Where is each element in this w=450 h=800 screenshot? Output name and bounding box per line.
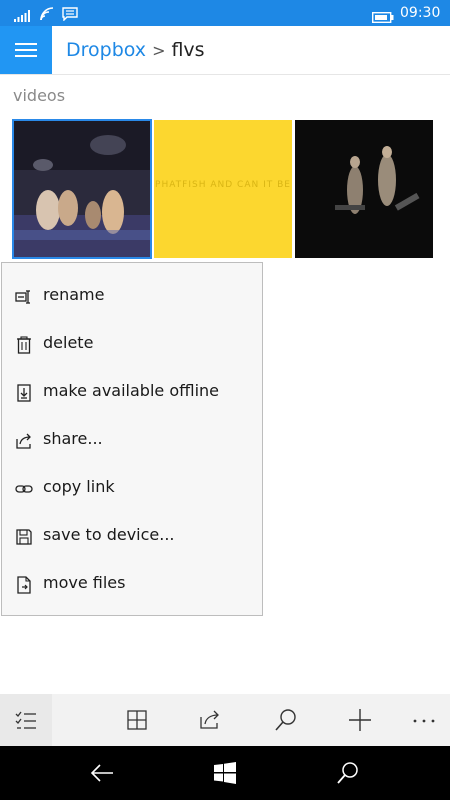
menu-item-label: move files: [43, 573, 126, 592]
video-frame-image: [295, 120, 433, 258]
video-thumbnail[interactable]: [12, 119, 152, 259]
battery-icon: [371, 8, 394, 27]
header: Dropbox > flvs: [0, 26, 450, 75]
breadcrumb-current: flvs: [171, 39, 205, 61]
menu-item-label: delete: [43, 333, 94, 352]
system-nav-bar: [0, 746, 450, 800]
signal-strength-icon: [14, 7, 30, 26]
link-icon: [15, 480, 33, 498]
menu-item-move-files[interactable]: move files: [2, 561, 262, 609]
clock-time: 09:30: [400, 5, 441, 21]
menu-item-rename[interactable]: rename: [2, 273, 262, 321]
app-bar: [0, 694, 450, 746]
chevron-right-icon: >: [152, 41, 166, 60]
rename-icon: [15, 288, 33, 306]
breadcrumb: Dropbox > flvs: [66, 38, 205, 63]
message-icon: [62, 6, 78, 25]
video-frame-image: [13, 120, 151, 258]
video-thumbnail[interactable]: [295, 120, 433, 258]
menu-item-offline[interactable]: make available offline: [2, 369, 262, 417]
menu-item-label: make available offline: [43, 381, 220, 400]
wifi-icon: [40, 6, 56, 25]
more-icon[interactable]: [412, 708, 436, 732]
hamburger-icon: [15, 43, 37, 57]
context-menu: rename delete make available offline sha…: [1, 262, 263, 616]
search-icon[interactable]: [274, 708, 298, 732]
back-arrow-icon[interactable]: [90, 761, 114, 785]
share-icon[interactable]: [198, 708, 222, 732]
menu-item-copy-link[interactable]: copy link: [2, 465, 262, 513]
menu-item-save-to-device[interactable]: save to device...: [2, 513, 262, 561]
menu-item-label: share...: [43, 429, 103, 448]
select-list-icon: [15, 711, 36, 729]
thumbnail-caption: PHATFISH AND CAN IT BE: [155, 180, 291, 190]
menu-item-share[interactable]: share...: [2, 417, 262, 465]
video-thumbnail[interactable]: PHATFISH AND CAN IT BE: [154, 120, 292, 258]
menu-item-label: save to device...: [43, 525, 175, 544]
move-file-icon: [15, 576, 33, 594]
menu-item-delete[interactable]: delete: [2, 321, 262, 369]
hamburger-menu-button[interactable]: [0, 26, 52, 74]
menu-item-label: copy link: [43, 477, 115, 496]
grid-view-icon[interactable]: [125, 708, 149, 732]
offline-icon: [15, 384, 33, 402]
section-label: videos: [13, 86, 66, 105]
status-bar: 09:30: [0, 0, 450, 26]
search-icon[interactable]: [336, 761, 360, 785]
share-icon: [15, 432, 33, 450]
add-icon[interactable]: [348, 708, 372, 732]
breadcrumb-root[interactable]: Dropbox: [66, 39, 146, 61]
trash-icon: [15, 336, 33, 354]
windows-start-icon[interactable]: [213, 761, 237, 785]
select-button[interactable]: [0, 694, 52, 746]
menu-item-label: rename: [43, 285, 105, 304]
save-icon: [15, 528, 33, 546]
